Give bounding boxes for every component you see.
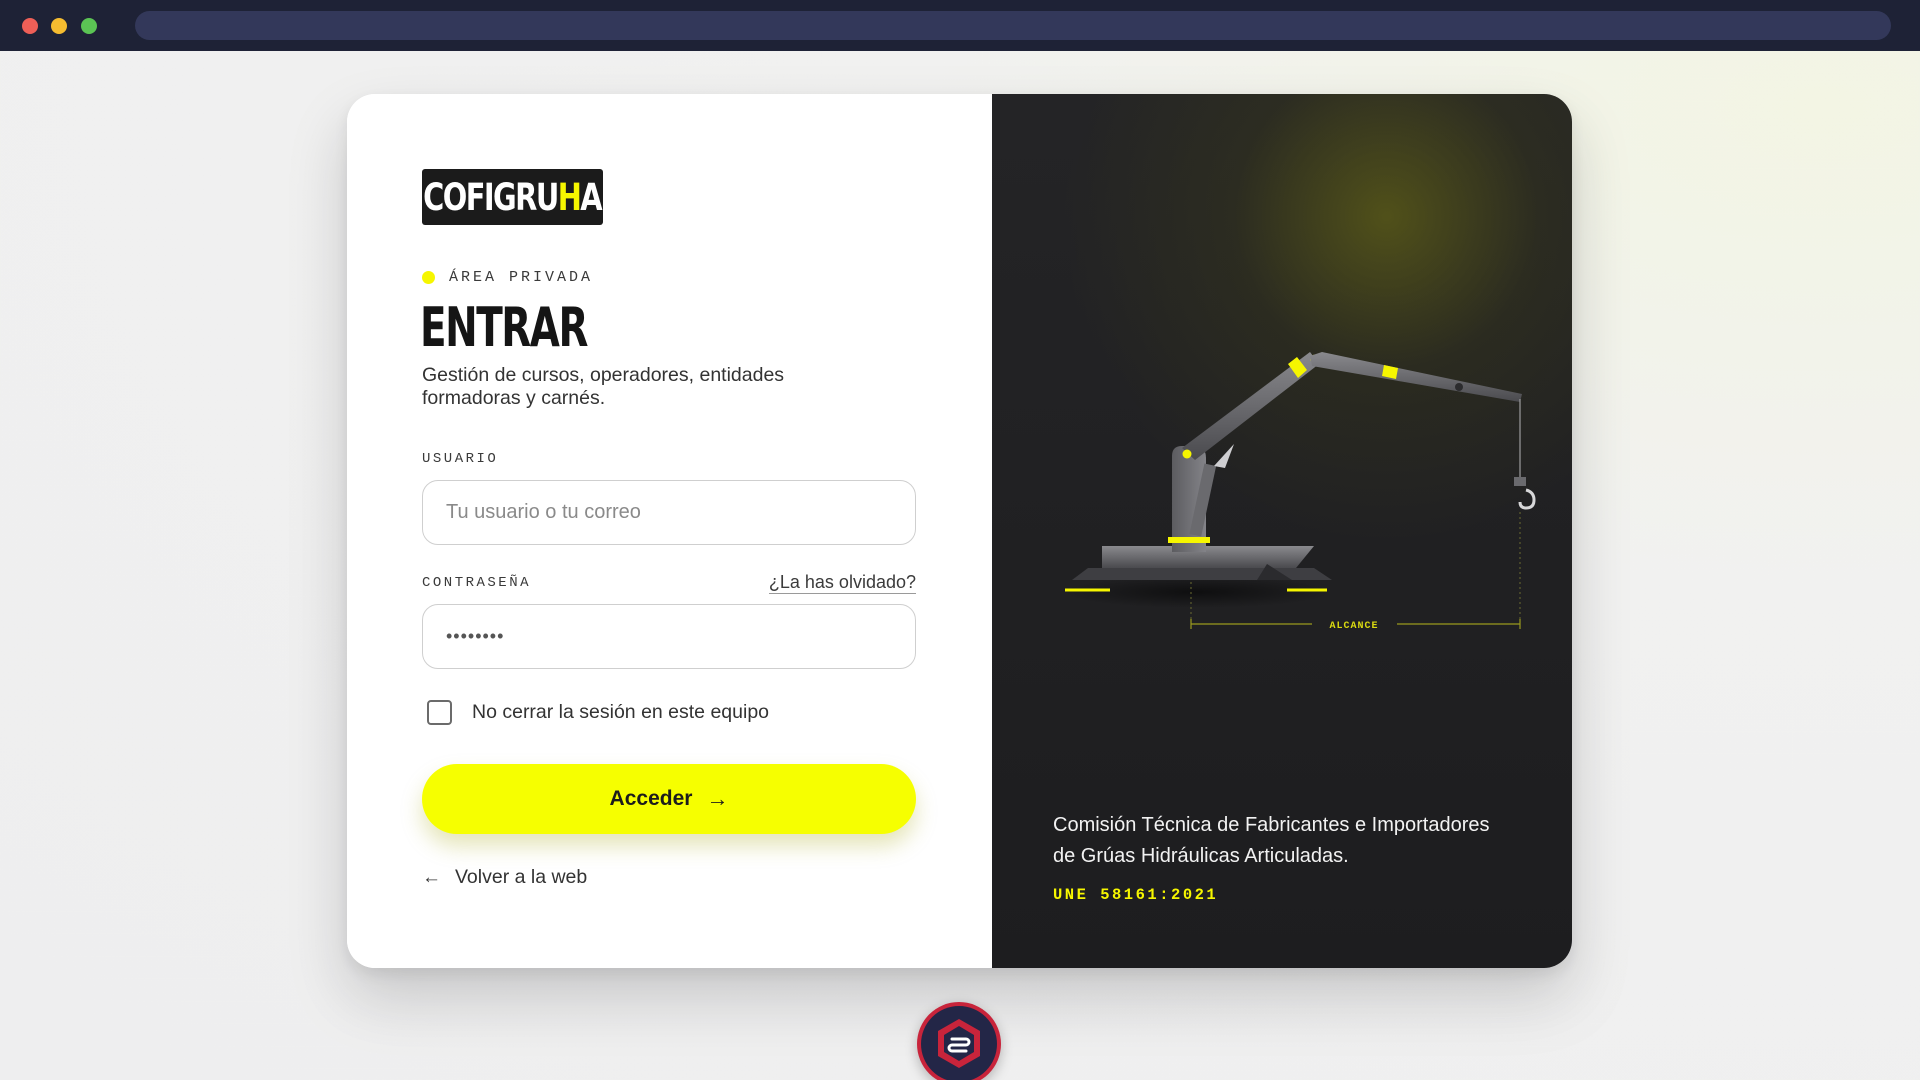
login-card: COFIGRUHA ÁREA PRIVADA ENTRAR Gestión de… [347, 94, 1572, 968]
standard-reference: UNE 58161:2021 [1053, 886, 1219, 904]
minimize-window-button[interactable] [51, 18, 67, 34]
crane-base-lower [1072, 568, 1332, 580]
ground-shadow [1062, 576, 1332, 608]
remember-me-checkbox[interactable] [427, 700, 452, 725]
back-to-website-link[interactable]: ← Volver a la web [422, 866, 587, 889]
browser-chrome [0, 0, 1920, 51]
password-label: CONTRASEÑA [422, 575, 532, 591]
column-pivot [1182, 449, 1192, 459]
badge-inner [921, 1006, 997, 1080]
maximize-window-button[interactable] [81, 18, 97, 34]
submit-label: Acceder [609, 787, 693, 810]
login-submit-button[interactable]: Acceder → [422, 764, 916, 834]
floating-app-badge[interactable] [917, 1002, 1001, 1080]
arrow-left-icon: ← [422, 866, 441, 888]
organization-description: Comisión Técnica de Fabricantes e Import… [1053, 814, 1490, 867]
forgot-password-link[interactable]: ¿La has olvidado? [768, 572, 916, 594]
address-bar[interactable] [135, 11, 1891, 40]
private-area-eyebrow: ÁREA PRIVADA [422, 267, 593, 287]
login-form-panel: COFIGRUHA ÁREA PRIVADA ENTRAR Gestión de… [347, 94, 992, 968]
hexagon-logo-icon [938, 1019, 980, 1068]
username-input[interactable]: Tu usuario o tu correo [422, 480, 916, 545]
back-label: Volver a la web [455, 866, 588, 888]
remember-me-row[interactable]: No cerrar la sesión en este equipo [427, 700, 769, 725]
page-subtitle: Gestión de cursos, operadores, entidades… [422, 364, 785, 409]
crane-base [1102, 546, 1314, 568]
reach-dimension-label: ALCANCE [1329, 621, 1378, 632]
username-label: USUARIO [422, 451, 499, 467]
password-input[interactable]: •••••••• [422, 604, 916, 669]
outer-boom [1310, 352, 1522, 402]
status-dot-icon [422, 270, 435, 284]
remember-me-label[interactable]: No cerrar la sesión en este equipo [472, 701, 769, 724]
logo-wordmark: COFIGRUHA [423, 175, 604, 219]
arrow-right-icon: → [706, 786, 729, 811]
hook-block [1514, 477, 1526, 486]
hook-icon [1518, 488, 1536, 510]
brand-logo: COFIGRUHA [422, 169, 603, 225]
username-placeholder: Tu usuario o tu correo [446, 501, 641, 523]
brand-illustration-panel: ALCANCE Comisión Técnica de Fabricantes … [992, 94, 1572, 968]
page-title: ENTRAR [420, 296, 588, 359]
close-window-button[interactable] [22, 18, 38, 34]
password-value: •••••••• [446, 626, 505, 646]
column-yellow-band [1168, 537, 1210, 543]
